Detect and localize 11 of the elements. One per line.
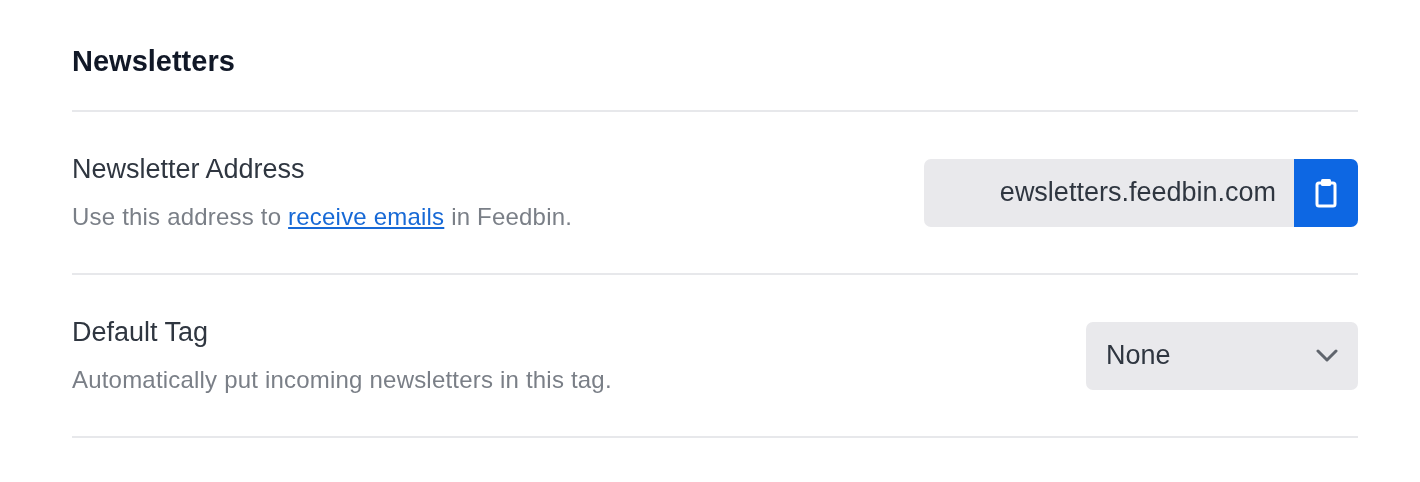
clipboard-icon	[1315, 177, 1337, 208]
chevron-down-icon	[1316, 349, 1338, 362]
setting-label: Newsletter Address	[72, 154, 306, 185]
section-title: Newsletters	[72, 38, 1358, 112]
description-text: Use this address to receive emails in Feedbin.	[72, 203, 573, 231]
setting-label: Default Tag	[72, 317, 210, 348]
description-text: Automatically put incoming newsletters in this tag.	[72, 366, 612, 394]
copy-button[interactable]	[1294, 158, 1358, 227]
receive-emails-link[interactable]: receive emails	[288, 203, 445, 230]
address-field[interactable]: ewsletters.feedbin.com	[924, 158, 1294, 227]
tag-select[interactable]: None	[1086, 321, 1358, 390]
